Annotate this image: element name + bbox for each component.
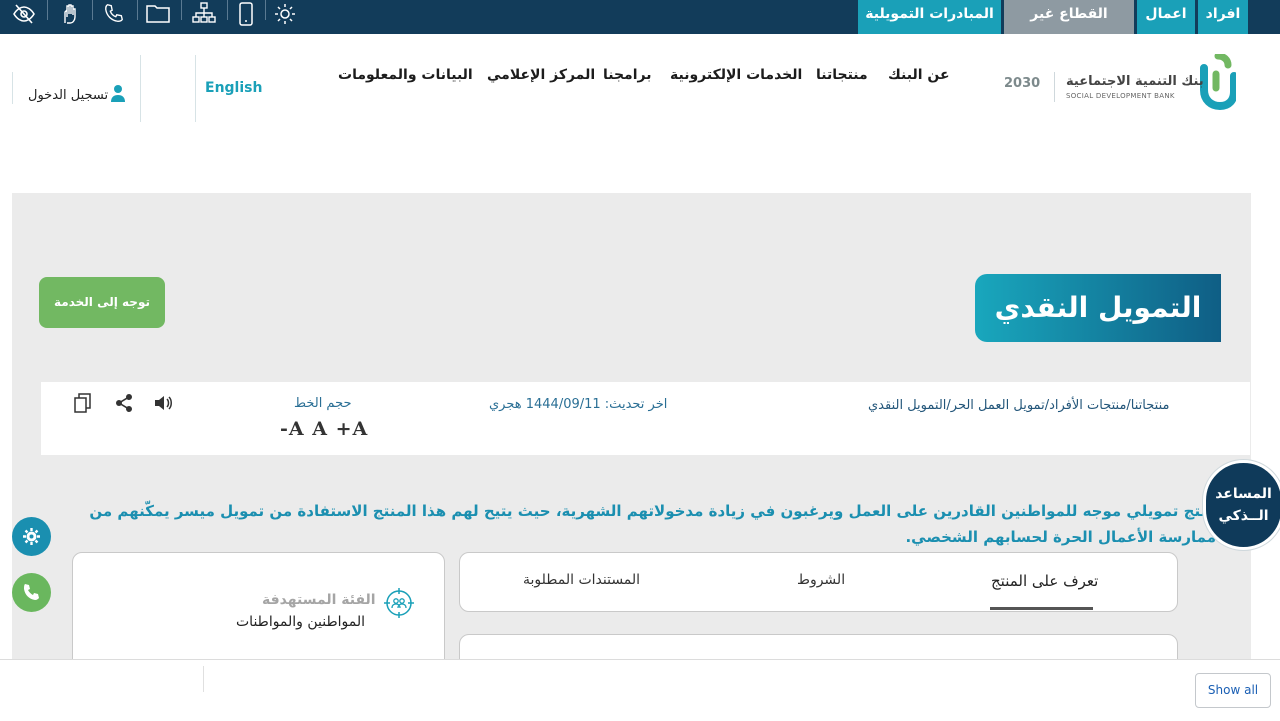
assistant-label-line1: المساعد xyxy=(1215,486,1272,502)
tab-documents[interactable]: المستندات المطلوبة xyxy=(523,572,640,588)
eye-slash-icon[interactable] xyxy=(10,2,38,28)
bank-name-en: SOCIAL DEVELOPMENT BANK xyxy=(1066,92,1175,100)
last-update: اخر تحديث: 1444/09/11 هجري xyxy=(489,397,668,412)
header-divider xyxy=(195,55,196,122)
share-icon[interactable] xyxy=(113,392,135,414)
page-title: التمويل النقدي xyxy=(975,274,1221,342)
nav-media[interactable]: المركز الإعلامي xyxy=(487,67,595,83)
speaker-icon[interactable] xyxy=(152,392,174,414)
gear-icon[interactable] xyxy=(271,2,299,28)
font-size-controls[interactable]: -A A +A xyxy=(280,418,368,440)
gear-icon xyxy=(23,528,40,545)
nav-about[interactable]: عن البنك xyxy=(888,67,950,83)
bank-name-ar: بنك التنمية الاجتماعية xyxy=(1066,74,1204,89)
nav-programs[interactable]: برامجنا xyxy=(603,67,652,83)
phone-icon[interactable] xyxy=(100,2,128,28)
tab-initiatives[interactable]: المبادرات التمويلية xyxy=(858,0,1001,34)
call-button[interactable] xyxy=(12,573,51,612)
tab-business[interactable]: اعمال xyxy=(1137,0,1195,34)
product-description: منتج تمويلي موجه للمواطنين القادرين على … xyxy=(89,502,1216,546)
info-bar xyxy=(41,382,1250,455)
copy-icon[interactable] xyxy=(72,392,94,414)
mobile-icon[interactable] xyxy=(232,2,260,28)
show-all-button[interactable]: Show all xyxy=(1195,673,1271,708)
header-divider xyxy=(140,55,141,122)
phone-icon xyxy=(24,584,39,600)
tab-terms[interactable]: الشروط xyxy=(797,572,845,588)
sign-language-icon[interactable] xyxy=(56,2,84,28)
target-group-value: المواطنين والمواطنات xyxy=(236,614,366,630)
target-group-title: الفئة المستهدفة xyxy=(262,592,376,608)
vision-divider xyxy=(1054,72,1055,102)
language-switch[interactable]: English xyxy=(205,80,262,96)
nav-data[interactable]: البيانات والمعلومات xyxy=(338,67,473,83)
accessibility-settings-button[interactable] xyxy=(12,517,51,556)
user-icon[interactable] xyxy=(110,84,126,102)
top-bar: المبادرات التمويلية القطاع غير الربحي اع… xyxy=(0,0,1280,50)
header-divider xyxy=(12,72,13,104)
target-group-icon xyxy=(384,588,414,618)
smart-assistant-button[interactable]: المساعد الــذكي xyxy=(1203,460,1280,550)
download-bar-divider xyxy=(203,666,204,692)
tab-individuals[interactable]: افراد xyxy=(1198,0,1248,34)
nav-products[interactable]: منتجاتنا xyxy=(816,67,868,83)
go-to-service-button[interactable]: توجه إلى الخدمة xyxy=(39,277,165,328)
font-size-label: حجم الخط xyxy=(294,396,352,411)
download-bar xyxy=(0,659,1280,721)
tab-about-product[interactable]: تعرف على المنتج xyxy=(991,572,1098,590)
tab-nonprofit[interactable]: القطاع غير الربحي xyxy=(1004,0,1134,50)
sitemap-icon[interactable] xyxy=(190,2,218,28)
folder-icon[interactable] xyxy=(144,2,172,28)
assistant-label-line2: الــذكي xyxy=(1218,508,1269,524)
active-tab-indicator xyxy=(990,607,1093,610)
vision-2030-logo: 2030 xyxy=(1004,76,1041,91)
breadcrumb[interactable]: منتجاتنا/منتجات الأفراد/تمويل العمل الحر… xyxy=(868,398,1169,413)
login-link[interactable]: تسجيل الدخول xyxy=(28,88,108,103)
nav-eservices[interactable]: الخدمات الإلكترونية xyxy=(670,67,802,83)
